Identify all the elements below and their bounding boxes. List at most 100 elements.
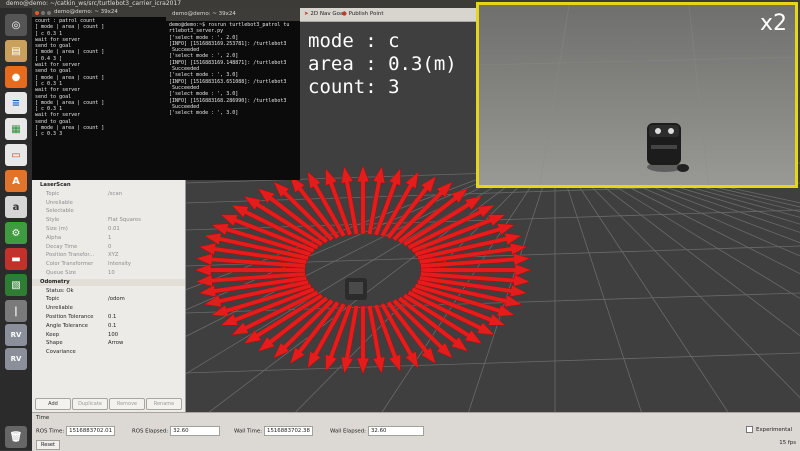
property-value[interactable]: 100 (108, 332, 118, 340)
rename-button[interactable]: Rename (146, 398, 182, 410)
launcher: ◎ ▤ ● ≡ ▦ ▭ A a ⚙ ▬ ▧ | RV RV 🗑 (0, 8, 33, 450)
grid-line (638, 167, 800, 204)
remove-button[interactable]: Remove (109, 398, 145, 410)
ros-elapsed-field[interactable]: 32.60 (170, 426, 221, 436)
dash-icon[interactable]: ◎ (5, 14, 27, 36)
close-icon[interactable] (35, 11, 39, 15)
workspaces-icon[interactable]: RV (5, 348, 27, 370)
property-row[interactable]: Selectable (32, 208, 185, 216)
calc-icon[interactable]: ▦ (5, 118, 27, 140)
property-key: Selectable (46, 208, 74, 215)
grid-line (590, 167, 800, 275)
property-value[interactable]: /scan (108, 191, 122, 199)
property-key: Position Tolerance (46, 314, 94, 320)
maximize-icon[interactable] (47, 11, 51, 15)
property-row[interactable]: Position Transfor... XYZ (32, 252, 185, 260)
property-key: Color Transformer (46, 261, 94, 268)
robot-model (345, 278, 367, 300)
terminal-window-1[interactable]: demo@demo: ~ 39x24 count : patrol count[… (32, 8, 166, 180)
property-row[interactable]: Position Tolerance 0.1 (32, 314, 185, 322)
impress-icon[interactable]: ▭ (5, 144, 27, 166)
duplicate-button[interactable]: Duplicate (72, 398, 108, 410)
property-value[interactable]: 0 (108, 244, 111, 252)
image-viewer-icon[interactable]: ▧ (5, 274, 27, 296)
property-row[interactable]: Queue Size 10 (32, 270, 185, 278)
amazon-icon[interactable]: a (5, 196, 27, 218)
property-row[interactable]: Shape Arrow (32, 340, 185, 348)
property-row[interactable]: Topic/odom (32, 296, 185, 304)
property-row[interactable]: Color Transformer Intensity (32, 261, 185, 269)
property-key: Status: Ok (46, 287, 74, 294)
terminal-2-title: demo@demo: ~ 39x24 (172, 11, 236, 17)
software-center-icon[interactable]: A (5, 170, 27, 192)
terminal-1-line: [ c 0.3 3 (35, 131, 63, 138)
files-icon[interactable]: ▤ (5, 40, 27, 62)
writer-icon[interactable]: ≡ (5, 92, 27, 114)
minimize-icon[interactable] (41, 11, 45, 15)
rviz-icon[interactable]: | (5, 300, 27, 322)
property-row[interactable]: Angle Tolerance 0.1 (32, 323, 185, 331)
terminal-window-2[interactable]: demo@demo:~$ rosrun turtlebot3_patrol tu… (166, 21, 300, 180)
property-key: Unreliable (46, 199, 73, 206)
property-key: Topic (46, 296, 60, 303)
property-value[interactable]: XYZ (108, 252, 119, 260)
property-value[interactable]: 1 (108, 235, 111, 243)
property-value[interactable]: Intensity (108, 261, 131, 269)
wall-time-field[interactable]: 1516883702.38 (264, 426, 313, 436)
property-key: Shape (46, 340, 63, 347)
odometry-arrows (194, 165, 532, 375)
ros-time-field[interactable]: 1516883702.01 (66, 426, 116, 436)
rviz-toolbar: ➤ 2D Nav Goal ● Publish Point (300, 8, 476, 22)
grid-line (578, 167, 800, 337)
property-row[interactable]: Decay Time 0 (32, 244, 185, 252)
property-row[interactable]: Unreliable (32, 305, 185, 313)
property-key: Angle Tolerance (46, 322, 89, 329)
camera-inset: x2 (476, 2, 798, 188)
add-button[interactable]: Add (35, 398, 71, 410)
property-row[interactable]: Unreliable (32, 200, 185, 208)
property-row[interactable]: Keep 100 (32, 332, 185, 340)
reset-button[interactable]: Reset (36, 440, 60, 450)
nav-goal-button[interactable]: ➤ 2D Nav Goal (304, 11, 345, 17)
displays-button-row: Add Duplicate Remove Rename (32, 396, 185, 410)
property-value[interactable]: Arrow (108, 340, 123, 348)
terminal-1-titlebar[interactable]: demo@demo: ~ 39x24 (32, 8, 166, 17)
property-key: Size (m) (46, 226, 68, 232)
terminal-1-output: count : patrol count[ mode | area | coun… (32, 17, 166, 139)
zoom-label: x2 (759, 11, 787, 36)
property-row[interactable]: Status: Ok (32, 288, 185, 296)
rviz-icon-2[interactable]: RV (5, 324, 27, 346)
wall-time-label: Wall Time: (234, 428, 263, 435)
settings-icon[interactable]: ⚙ (5, 222, 27, 244)
experimental-checkbox[interactable]: Experimental (746, 426, 792, 433)
property-value[interactable]: /odom (108, 296, 125, 304)
property-row[interactable]: Alpha 1 (32, 235, 185, 243)
property-key: Position Transfor... (46, 252, 95, 259)
property-row[interactable]: LaserScan (32, 182, 185, 190)
camera-photo (479, 5, 795, 185)
property-key: Odometry (40, 278, 70, 285)
property-key: Decay Time (46, 243, 78, 250)
nav-goal-icon: ➤ (304, 11, 309, 17)
property-value[interactable]: 0.01 (108, 226, 120, 234)
property-row[interactable]: Odometry (32, 278, 185, 287)
terminal-2-line: ['select mode : ', 3.0] (169, 110, 239, 117)
property-value[interactable]: 10 (108, 270, 115, 278)
grid-line (596, 167, 800, 257)
property-value[interactable]: 0.1 (108, 314, 116, 322)
wall-elapsed-field[interactable]: 32.60 (368, 426, 424, 436)
firefox-icon[interactable]: ● (5, 66, 27, 88)
terminal-icon[interactable]: ▬ (5, 248, 27, 270)
property-row[interactable]: Topic/scan (32, 191, 185, 199)
property-row[interactable]: Style Flat Squares (32, 217, 185, 225)
property-value[interactable]: Flat Squares (108, 217, 141, 225)
property-row[interactable]: Size (m) 0.01 (32, 226, 185, 234)
terminal-2-titlebar[interactable]: demo@demo: ~ 39x24 (166, 8, 300, 21)
terminal-2-output: demo@demo:~$ rosrun turtlebot3_patrol tu… (166, 21, 300, 117)
property-value[interactable]: 0.1 (108, 323, 116, 331)
property-key: Unreliable (46, 305, 73, 312)
property-row[interactable]: Covariance (32, 349, 185, 357)
window-title: demo@demo: ~/catkin_ws/src/turtlebot3_ca… (6, 0, 182, 7)
trash-icon[interactable]: 🗑 (5, 426, 27, 448)
publish-point-button[interactable]: ● Publish Point (342, 11, 384, 17)
